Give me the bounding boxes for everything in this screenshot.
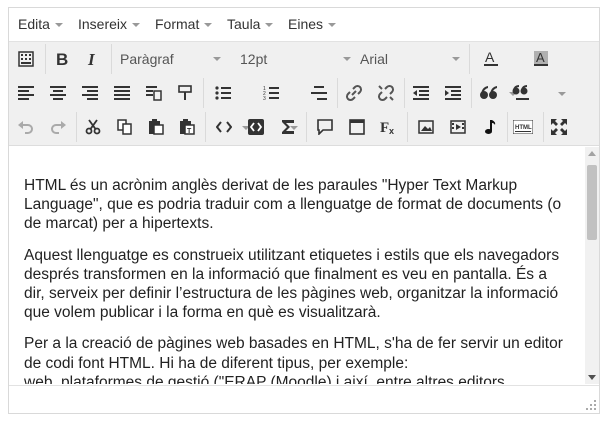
bullet-list-icon[interactable] xyxy=(209,80,237,106)
image-icon[interactable] xyxy=(412,114,440,140)
editor-content[interactable]: HTML és un acrònim anglès derivat de les… xyxy=(9,146,585,384)
fullpage-icon[interactable] xyxy=(343,114,371,140)
music-note-icon[interactable] xyxy=(476,114,504,140)
keyboard-icon[interactable] xyxy=(12,46,40,72)
code-sample-icon[interactable] xyxy=(242,114,270,140)
svg-text:B: B xyxy=(56,51,68,67)
block-format-dropdown[interactable]: Paràgraf xyxy=(120,46,225,72)
chevron-down-icon xyxy=(204,23,213,28)
horizontal-list-icon[interactable] xyxy=(305,80,333,106)
font-family-dropdown[interactable]: Arial xyxy=(360,46,464,72)
comment-icon[interactable] xyxy=(311,114,339,140)
remove-quote-icon[interactable] xyxy=(507,80,535,106)
paragraph: web, plataformes de gestió ("ERAP (Moodl… xyxy=(24,373,505,384)
fullscreen-icon[interactable] xyxy=(545,114,573,140)
redo-icon[interactable] xyxy=(44,114,72,140)
cut-icon[interactable] xyxy=(79,114,107,140)
vertical-scrollbar[interactable] xyxy=(585,147,599,384)
menu-insereix[interactable]: Insereix xyxy=(78,16,141,32)
svg-text:A: A xyxy=(485,50,495,65)
svg-text:F: F xyxy=(380,120,389,135)
align-center-icon[interactable] xyxy=(44,80,72,106)
svg-text:x: x xyxy=(389,126,394,135)
menubar: Edita Insereix Format Taula Eines xyxy=(9,8,599,42)
svg-text:I: I xyxy=(87,51,96,67)
scroll-up-icon[interactable] xyxy=(588,151,596,156)
bold-button[interactable]: B xyxy=(47,46,75,72)
rich-text-editor: Edita Insereix Format Taula Eines B I Pa… xyxy=(8,7,600,414)
paragraph: Aquest llenguatge es construeix utilitza… xyxy=(24,246,560,322)
chevron-down-icon xyxy=(213,57,221,61)
indent-icon[interactable] xyxy=(439,80,467,106)
toolbar: B I Paràgraf 12pt Arial A A 1 2 3 T F x … xyxy=(9,42,599,146)
outdent-icon[interactable] xyxy=(407,80,435,106)
paragraph: HTML és un acrònim anglès derivat de les… xyxy=(24,177,562,233)
undo-icon[interactable] xyxy=(12,114,40,140)
paste-as-text-icon[interactable]: T xyxy=(173,114,201,140)
format-painter-icon[interactable] xyxy=(171,80,199,106)
svg-text:T: T xyxy=(187,128,192,135)
menu-eines[interactable]: Eines xyxy=(288,16,337,32)
sigma-icon[interactable] xyxy=(274,114,302,140)
unlink-icon[interactable] xyxy=(372,80,400,106)
resize-handle-icon[interactable] xyxy=(586,400,596,410)
align-right-icon[interactable] xyxy=(76,80,104,106)
scrollbar-thumb[interactable] xyxy=(587,165,597,240)
chevron-down-icon xyxy=(452,57,460,61)
align-justify-icon[interactable] xyxy=(108,80,136,106)
chevron-down-icon xyxy=(328,23,337,28)
paragraph: Per a la creació de pàgines web basades … xyxy=(24,335,563,372)
svg-text:3: 3 xyxy=(263,96,266,101)
paste-icon[interactable] xyxy=(142,114,170,140)
svg-text:HTML: HTML xyxy=(515,125,532,131)
code-icon[interactable] xyxy=(210,114,238,140)
link-icon[interactable] xyxy=(340,80,368,106)
scroll-down-icon[interactable] xyxy=(588,375,596,380)
menu-format[interactable]: Format xyxy=(155,16,213,32)
media-icon[interactable] xyxy=(444,114,472,140)
chevron-down-icon xyxy=(54,23,63,28)
blockquote-icon[interactable] xyxy=(475,80,503,106)
paste-text-icon[interactable] xyxy=(140,80,168,106)
clear-formatting-icon[interactable]: Fx xyxy=(375,114,403,140)
statusbar xyxy=(9,385,599,413)
italic-button[interactable]: I xyxy=(79,46,107,72)
chevron-down-icon[interactable] xyxy=(558,92,566,96)
chevron-down-icon xyxy=(132,23,141,28)
text-color-button[interactable]: A xyxy=(477,46,505,72)
html-source-icon[interactable]: HTML xyxy=(509,114,537,140)
numbered-list-icon[interactable]: 123 xyxy=(257,80,285,106)
align-left-icon[interactable] xyxy=(12,80,40,106)
copy-icon[interactable] xyxy=(111,114,139,140)
menu-edita[interactable]: Edita xyxy=(18,16,63,32)
chevron-down-icon xyxy=(343,57,351,61)
svg-text:A: A xyxy=(536,50,545,65)
font-size-dropdown[interactable]: 12pt xyxy=(240,46,355,72)
chevron-down-icon xyxy=(265,23,274,28)
menu-taula[interactable]: Taula xyxy=(227,16,274,32)
background-color-button[interactable]: A xyxy=(527,46,555,72)
